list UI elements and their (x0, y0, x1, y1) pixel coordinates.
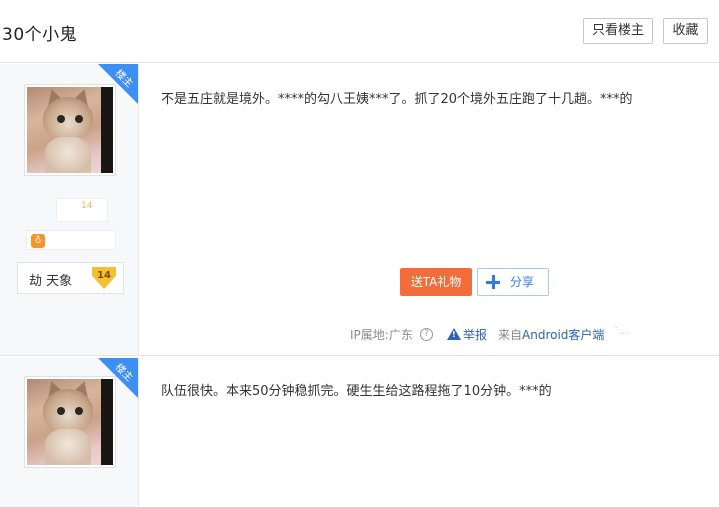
post: 楼主 队伍很快。本来50分钟稳抓完。硬生生给这路程拖了10分钟。***的 (0, 358, 719, 507)
post: 楼主 14 ♁ 劫 天象 14 不是五庄就是境外。****的勾八王姨***了。抓… (0, 64, 719, 356)
send-gift-button[interactable]: 送TA礼物 (400, 268, 472, 296)
op-badge: 楼主 (98, 358, 138, 398)
share-label: 分享 (510, 275, 535, 289)
report-link[interactable]: 举报 (463, 326, 487, 343)
client-link[interactable]: Android客户端 (522, 328, 604, 342)
ip-location: IP属地:广东 (350, 328, 413, 342)
user-level-badge: 14 (92, 267, 116, 289)
thread-header: 30个小鬼 只看楼主 收藏 (0, 0, 719, 63)
thread-title: 30个小鬼 (2, 25, 78, 45)
share-button[interactable]: 分享 (477, 268, 549, 296)
faded-user-name (46, 484, 100, 504)
post-content: 不是五庄就是境外。****的勾八王姨***了。抓了20个境外五庄跑了十几趟。**… (161, 92, 633, 107)
author-sidebar: 楼主 (0, 358, 139, 507)
user-name[interactable]: 劫 天象 (29, 270, 72, 289)
share-plus-icon (486, 275, 500, 289)
only-op-button[interactable]: 只看楼主 (583, 18, 653, 44)
warning-mark: ! (452, 330, 456, 339)
user-card[interactable]: 劫 天象 14 (17, 262, 124, 294)
faded-level-badge: 14 (56, 198, 108, 222)
op-badge: 楼主 (98, 64, 138, 104)
post-content: 队伍很快。本来50分钟稳抓完。硬生生给这路程拖了10分钟。***的 (161, 384, 552, 399)
client-info: 来自Android客户端 (498, 326, 604, 343)
level-bar: ♁ (26, 230, 116, 250)
faded-trail: `... (614, 326, 629, 337)
author-sidebar: 楼主 14 ♁ 劫 天象 14 (0, 64, 139, 355)
client-prefix: 来自 (498, 328, 523, 342)
favorite-button[interactable]: 收藏 (663, 18, 708, 44)
help-icon[interactable]: ? (420, 328, 433, 341)
level-medal-icon: ♁ (31, 234, 45, 248)
